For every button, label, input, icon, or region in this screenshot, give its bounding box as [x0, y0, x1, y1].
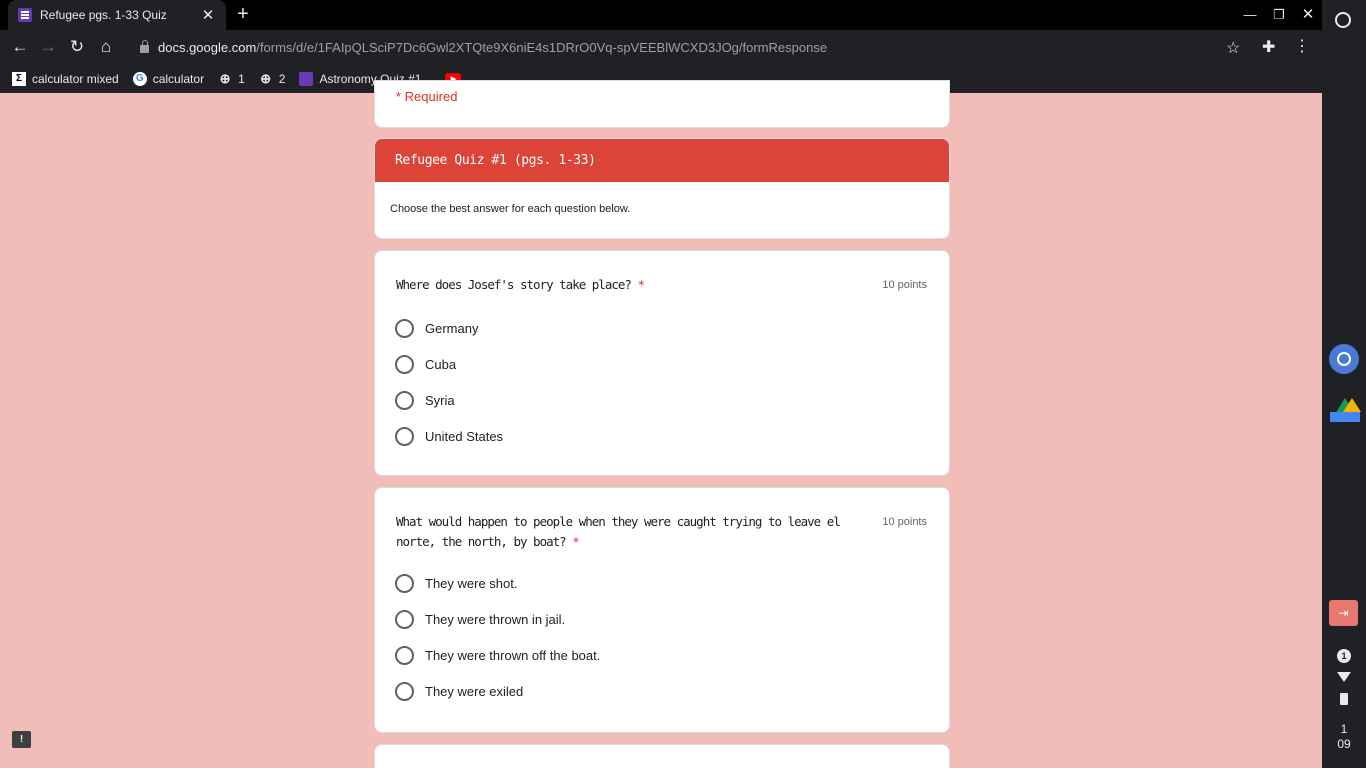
report-issue-icon[interactable]: !: [12, 731, 31, 748]
wifi-icon[interactable]: [1337, 672, 1351, 682]
option-label: United States: [425, 429, 504, 444]
bookmark-calculator-mixed[interactable]: Σ calculator mixed: [12, 71, 119, 86]
radio-button[interactable]: [395, 574, 414, 593]
url-path: /forms/d/e/1FAIpQLSciP7Dc6Gwl2XTQte9X6ni…: [256, 39, 828, 55]
launcher-icon[interactable]: [1335, 12, 1351, 28]
forms-icon: [299, 71, 314, 86]
bookmark-label: calculator: [152, 71, 205, 86]
clock[interactable]: 1 09: [1328, 722, 1360, 752]
google-drive-icon[interactable]: [1330, 398, 1361, 422]
required-asterisk: *: [572, 534, 579, 549]
option-label: Cuba: [425, 357, 457, 372]
bookmark-label: calculator mixed: [32, 71, 119, 86]
question-text: Where does Josef's story take place?: [396, 277, 632, 292]
section-description: Choose the best answer for each question…: [390, 203, 631, 215]
bookmark-2[interactable]: ⊕ 2: [259, 70, 286, 86]
bookmark-label: 2: [278, 71, 286, 86]
google-forms-icon: [18, 8, 32, 22]
radio-button[interactable]: [395, 682, 414, 701]
address-bar[interactable]: docs.google.com/forms/d/e/1FAIpQLSciP7Dc…: [130, 33, 1254, 61]
option-label: They were thrown in jail.: [425, 612, 566, 627]
lock-icon: [140, 39, 149, 53]
bookmark-calculator[interactable]: G calculator: [132, 71, 205, 86]
close-window-icon[interactable]: ✕: [1294, 0, 1322, 30]
option-label: Germany: [425, 321, 479, 336]
google-icon: G: [132, 71, 147, 86]
globe-icon: ⊕: [260, 70, 272, 86]
url-host: docs.google.com: [158, 39, 257, 55]
radio-option[interactable]: They were thrown in jail.: [395, 610, 565, 629]
browser-toolbar: ← → ↻ ⌂ docs.google.com/forms/d/e/1FAIpQ…: [0, 30, 1322, 64]
question-title: What would happen to people when they we…: [396, 512, 874, 552]
section-card: Refugee Quiz #1 (pgs. 1-33) Choose the b…: [374, 138, 950, 239]
close-tab-icon[interactable]: ✕: [200, 6, 216, 24]
browser-menu-icon[interactable]: ⋮: [1292, 36, 1312, 56]
radio-option[interactable]: They were shot.: [395, 574, 518, 593]
bookmark-1[interactable]: ⊕ 1: [218, 70, 245, 86]
option-label: Syria: [425, 393, 455, 408]
home-icon[interactable]: ⌂: [93, 34, 119, 60]
radio-button[interactable]: [395, 610, 414, 629]
reload-icon[interactable]: ↻: [64, 34, 90, 60]
desmos-icon: Σ: [12, 71, 26, 86]
bookmark-label: 1: [238, 71, 245, 86]
radio-option[interactable]: United States: [395, 427, 503, 446]
required-asterisk: *: [637, 277, 644, 292]
radio-option[interactable]: Syria: [395, 391, 455, 410]
tab-title: Refugee pgs. 1-33 Quiz: [40, 8, 167, 22]
required-note: * Required: [396, 89, 458, 104]
question-card: What would happen to people when they we…: [374, 487, 950, 733]
radio-button[interactable]: [395, 427, 414, 446]
exit-icon[interactable]: ⇥: [1329, 600, 1358, 626]
radio-button[interactable]: [395, 319, 414, 338]
radio-option[interactable]: Germany: [395, 319, 478, 338]
radio-option[interactable]: They were thrown off the boat.: [395, 646, 600, 665]
radio-button[interactable]: [395, 391, 414, 410]
restore-window-icon[interactable]: ❐: [1265, 0, 1293, 30]
question-points: 10 points: [882, 516, 927, 528]
new-tab-button[interactable]: +: [233, 3, 253, 25]
question-text: What would happen to people when they we…: [396, 514, 841, 549]
radio-button[interactable]: [395, 646, 414, 665]
question-points: 10 points: [882, 279, 927, 291]
radio-option[interactable]: Cuba: [395, 355, 456, 374]
back-icon[interactable]: ←: [7, 34, 33, 60]
question-title: Where does Josef's story take place? *: [396, 275, 874, 295]
forward-icon[interactable]: →: [35, 34, 61, 60]
notification-count[interactable]: 1: [1337, 649, 1351, 663]
clock-minute: 09: [1337, 737, 1351, 751]
question-card-next: [374, 744, 950, 768]
section-title: Refugee Quiz #1 (pgs. 1-33): [375, 139, 949, 182]
tab-active[interactable]: Refugee pgs. 1-33 Quiz ✕: [8, 0, 226, 30]
option-label: They were shot.: [425, 576, 518, 591]
battery-icon[interactable]: [1340, 693, 1348, 705]
option-label: They were thrown off the boat.: [425, 648, 601, 663]
clock-hour: 1: [1340, 722, 1348, 736]
tab-strip: Refugee pgs. 1-33 Quiz ✕ + — ❐ ✕: [0, 0, 1322, 30]
extensions-icon[interactable]: ✚: [1262, 37, 1275, 57]
globe-icon: ⊕: [219, 70, 231, 86]
option-label: They were exiled: [425, 684, 524, 699]
minimize-icon[interactable]: —: [1236, 0, 1264, 30]
question-card: Where does Josef's story take place? * 1…: [374, 250, 950, 476]
form-header-card: * Required: [374, 80, 950, 128]
radio-option[interactable]: They were exiled: [395, 682, 523, 701]
bookmark-star-icon[interactable]: ☆: [1226, 38, 1240, 58]
radio-button[interactable]: [395, 355, 414, 374]
chrome-app-icon[interactable]: [1329, 344, 1359, 374]
